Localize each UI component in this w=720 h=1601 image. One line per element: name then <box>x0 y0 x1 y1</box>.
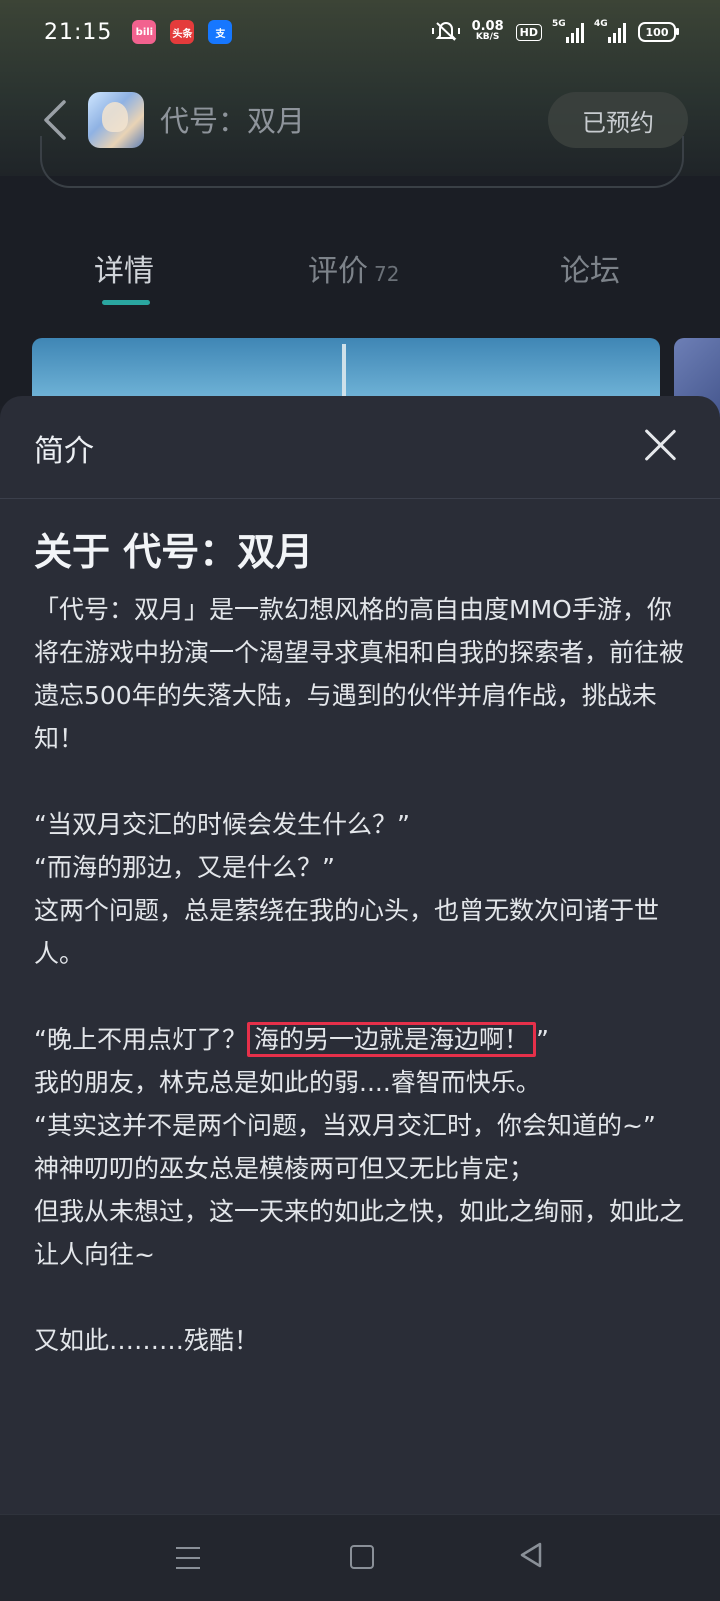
clock: 21:15 <box>44 19 113 45</box>
hd-volte-icon: HD <box>515 23 542 41</box>
signal-4g-icon: 4G <box>594 19 626 43</box>
highlighted-text: 海的另一边就是海边啊！ <box>246 1022 536 1057</box>
story-line: 我的朋友，林克总是如此的弱....睿智而快乐。 <box>34 1068 541 1097</box>
network-speed-unit: KB/S <box>475 32 500 42</box>
tab-forum[interactable]: 论坛 <box>560 246 620 290</box>
quote-line: “当双月交汇的时候会发生什么？” <box>34 810 410 839</box>
status-left: 21:15 bili 头条 支 <box>44 19 233 45</box>
game-title: 代号：双月 <box>160 104 306 138</box>
network-speed: 0.08 KB/S <box>471 19 504 43</box>
signal-5g-label: 5G <box>552 19 566 29</box>
network-speed-value: 0.08 <box>471 19 504 34</box>
tab-indicator <box>102 300 150 305</box>
intro-sheet: 简介 关于 代号：双月 「代号：双月」是一款幻想风格的高自由度MMO手游，你将在… <box>0 396 720 1514</box>
story-line: 神神叨叨的巫女总是模棱两可但又无比肯定； <box>34 1154 535 1183</box>
quote-prefix: “晚上不用点灯了？ <box>34 1025 247 1054</box>
intro-content: 关于 代号：双月 「代号：双月」是一款幻想风格的高自由度MMO手游，你将在游戏中… <box>34 526 688 1362</box>
intro-paragraph: 「代号：双月」是一款幻想风格的高自由度MMO手游，你将在游戏中扮演一个渴望寻求真… <box>34 595 685 753</box>
status-right: 0.08 KB/S HD 5G 4G 100 <box>431 19 679 45</box>
close-icon[interactable] <box>642 426 678 462</box>
mute-vibrate-icon <box>431 20 460 45</box>
sheet-header: 简介 <box>0 396 720 499</box>
bilibili-app-icon: bili <box>132 20 157 44</box>
tab-bar: 详情 评价 72 论坛 <box>0 236 720 308</box>
quote-line-highlighted: “晚上不用点灯了？ 海的另一边就是海边啊！” <box>34 1018 688 1061</box>
story-line: 但我从未想过，这一天来的如此之快，如此之绚丽，如此之让人向往~ <box>34 1197 685 1269</box>
home-icon[interactable] <box>350 1545 374 1569</box>
tab-reviews-count: 72 <box>374 262 400 286</box>
signal-5g-icon: 5G <box>552 19 584 43</box>
about-heading: 关于 代号：双月 <box>34 530 314 574</box>
tab-details-label: 详情 <box>94 254 154 289</box>
quote-line: “而海的那边，又是什么？” <box>34 853 335 882</box>
battery-icon: 100 <box>638 22 679 42</box>
story-line: “其实这并不是两个问题，当双月交汇时，你会知道的~” <box>34 1111 656 1140</box>
story-line: 这两个问题，总是萦绕在我的心头，也曾无数次问诸于世人。 <box>34 896 660 968</box>
search-box-outline <box>40 136 684 188</box>
tab-reviews[interactable]: 评价 72 <box>308 246 399 290</box>
system-nav-bar <box>0 1514 720 1601</box>
alipay-app-icon: 支 <box>208 20 233 44</box>
tab-forum-label: 论坛 <box>560 254 620 289</box>
tab-details[interactable]: 详情 <box>94 246 154 290</box>
toutiao-app-icon: 头条 <box>170 20 195 44</box>
menu-icon[interactable] <box>176 1547 200 1569</box>
tab-reviews-label: 评价 <box>308 254 368 289</box>
quote-suffix: ” <box>535 1025 549 1054</box>
sheet-title: 简介 <box>34 434 94 469</box>
status-bar: 21:15 bili 头条 支 0.08 KB/S HD 5G 4G 100 <box>0 0 720 64</box>
signal-4g-label: 4G <box>594 19 608 29</box>
story-ending: 又如此………残酷！ <box>34 1326 260 1355</box>
